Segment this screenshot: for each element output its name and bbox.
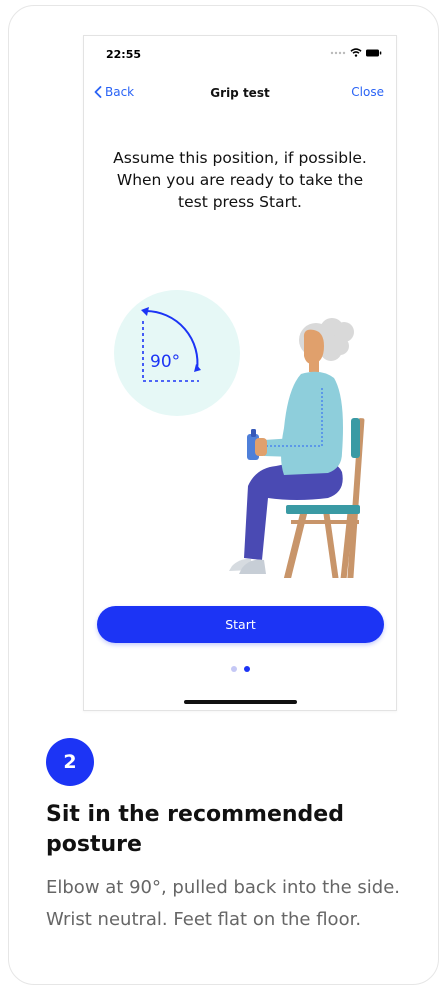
- page-dot-1: [230, 666, 237, 672]
- page-indicator: [84, 666, 396, 672]
- step-card: 22:55 Back Grip test Close Assume this p…: [8, 5, 439, 985]
- face: [303, 329, 324, 364]
- shirt: [281, 371, 343, 475]
- hand: [255, 438, 267, 456]
- close-button[interactable]: Close: [351, 85, 384, 99]
- posture-illustration: 90°: [114, 290, 365, 578]
- neck: [309, 360, 319, 372]
- page-dot-2: [243, 666, 250, 672]
- home-indicator[interactable]: [184, 700, 297, 704]
- status-icons: [330, 48, 382, 57]
- signal-icon: [330, 51, 346, 54]
- status-time: 22:55: [106, 48, 142, 61]
- step-title: Sit in the recommended posture: [46, 802, 344, 857]
- chair-seat: [286, 505, 360, 514]
- step-description: Elbow at 90°, pulled back into the side.…: [46, 877, 401, 930]
- angle-label: 90°: [150, 352, 180, 372]
- chair-backrest: [351, 418, 360, 458]
- wifi-icon: [350, 48, 362, 57]
- step-number-badge: 2: [46, 738, 94, 786]
- arm: [264, 438, 338, 458]
- battery-icon: [366, 49, 382, 56]
- start-button[interactable]: Start: [97, 606, 384, 643]
- phone-screenshot: 22:55 Back Grip test Close Assume this p…: [83, 35, 397, 711]
- instruction-text: Assume this position, if possible. When …: [113, 149, 367, 211]
- screen-title: Grip test: [210, 86, 270, 100]
